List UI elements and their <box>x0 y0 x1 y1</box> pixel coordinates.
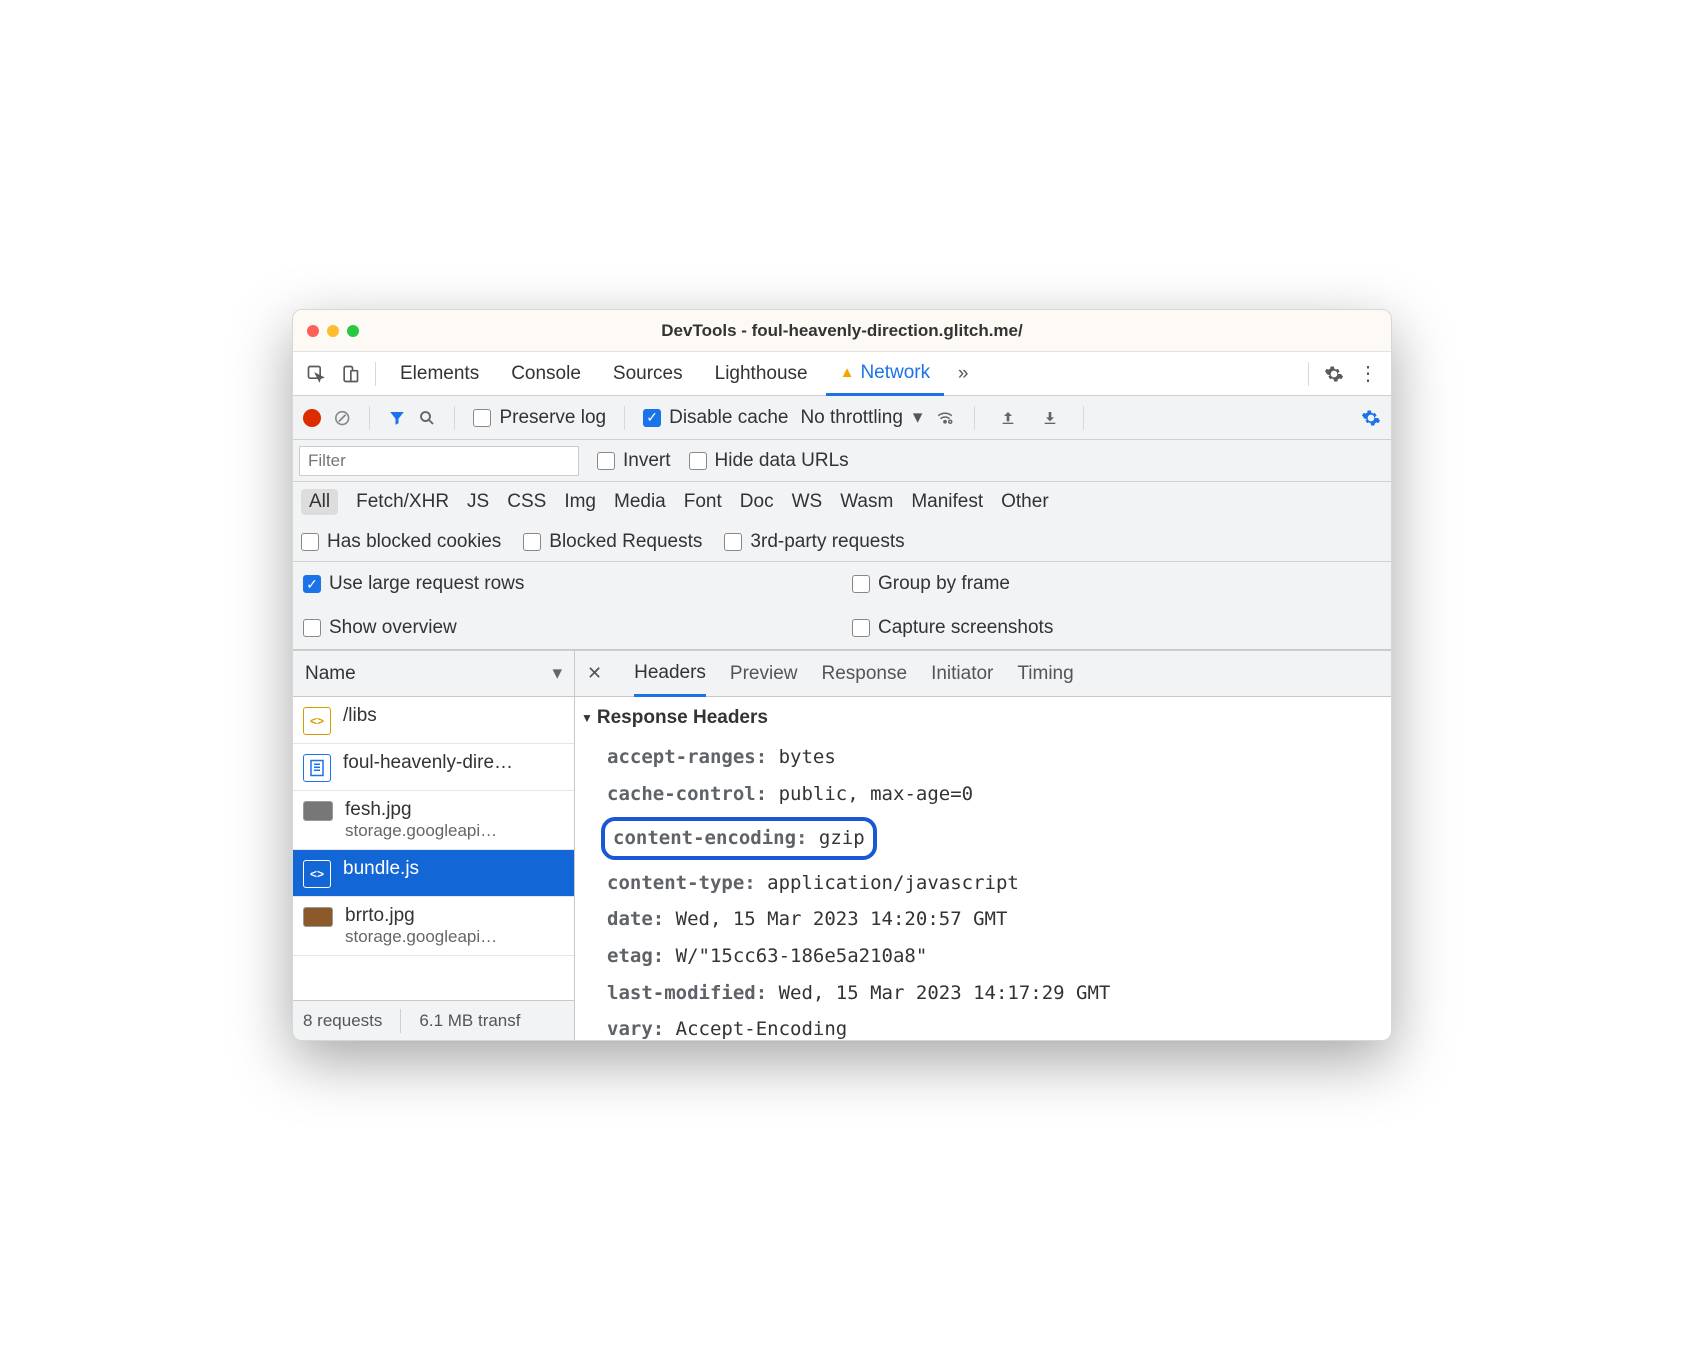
chevron-down-icon: ▾ <box>552 662 562 685</box>
main-tabs: Elements Console Sources Lighthouse ▲ Ne… <box>293 352 1391 396</box>
content-split: Name ▾ <> /libs foul-heavenly-dire… <box>293 650 1391 1040</box>
request-list-panel: Name ▾ <> /libs foul-heavenly-dire… <box>293 651 575 1040</box>
dtab-response[interactable]: Response <box>822 651 908 697</box>
blocked-filters: Has blocked cookies Blocked Requests 3rd… <box>293 522 1391 562</box>
dtab-headers[interactable]: Headers <box>634 651 706 697</box>
blocked-cookies-checkbox[interactable]: Has blocked cookies <box>301 531 501 553</box>
close-window-button[interactable] <box>307 325 319 337</box>
type-img[interactable]: Img <box>564 491 596 513</box>
header-row: accept-ranges: bytes <box>607 739 1379 776</box>
type-js[interactable]: JS <box>467 491 489 513</box>
tab-sources[interactable]: Sources <box>599 352 697 396</box>
record-button[interactable] <box>303 409 321 427</box>
header-row: date: Wed, 15 Mar 2023 14:20:57 GMT <box>607 901 1379 938</box>
options-row-1: ✓Use large request rows Group by frame <box>293 562 1391 606</box>
image-file-icon <box>303 907 333 927</box>
maximize-window-button[interactable] <box>347 325 359 337</box>
image-file-icon <box>303 801 333 821</box>
dtab-preview[interactable]: Preview <box>730 651 798 697</box>
type-all[interactable]: All <box>301 489 338 515</box>
tab-elements[interactable]: Elements <box>386 352 493 396</box>
upload-icon[interactable] <box>993 403 1023 433</box>
header-row: last-modified: Wed, 15 Mar 2023 14:17:29… <box>607 975 1379 1012</box>
type-ws[interactable]: WS <box>792 491 823 513</box>
window-controls <box>307 325 359 337</box>
throttling-dropdown[interactable]: No throttling ▾ <box>800 406 922 429</box>
status-bar: 8 requests 6.1 MB transf <box>293 1000 574 1040</box>
table-row[interactable]: brrto.jpg storage.googleapi… <box>293 897 574 956</box>
devtools-window: DevTools - foul-heavenly-direction.glitc… <box>292 309 1392 1041</box>
filter-bar: Invert Hide data URLs <box>293 440 1391 482</box>
type-fetch[interactable]: Fetch/XHR <box>356 491 449 513</box>
detail-tabs: ✕ Headers Preview Response Initiator Tim… <box>575 651 1391 697</box>
header-row: etag: W/"15cc63-186e5a210a8" <box>607 938 1379 975</box>
tab-console[interactable]: Console <box>497 352 595 396</box>
close-detail-icon[interactable]: ✕ <box>587 663 602 684</box>
header-row-highlighted: content-encoding: gzip <box>601 812 1379 865</box>
preserve-log-checkbox[interactable]: Preserve log <box>473 407 606 429</box>
third-party-checkbox[interactable]: 3rd-party requests <box>724 531 904 553</box>
resource-type-filters: All Fetch/XHR JS CSS Img Media Font Doc … <box>293 482 1391 522</box>
more-tabs-icon[interactable]: » <box>948 359 978 389</box>
wifi-icon[interactable] <box>934 409 956 427</box>
request-rows: <> /libs foul-heavenly-dire… fesh.jpg st… <box>293 697 574 1000</box>
network-toolbar: ⊘ Preserve log ✓Disable cache No throttl… <box>293 396 1391 440</box>
kebab-menu-icon[interactable]: ⋮ <box>1353 359 1383 389</box>
table-row[interactable]: foul-heavenly-dire… <box>293 744 574 791</box>
request-count: 8 requests <box>303 1011 382 1031</box>
table-row[interactable]: fesh.jpg storage.googleapi… <box>293 791 574 850</box>
tab-lighthouse[interactable]: Lighthouse <box>701 352 822 396</box>
settings-gear-icon[interactable] <box>1319 359 1349 389</box>
options-row-2: Show overview Capture screenshots <box>293 606 1391 650</box>
blocked-requests-checkbox[interactable]: Blocked Requests <box>523 531 702 553</box>
warning-icon: ▲ <box>840 364 855 381</box>
detail-panel: ✕ Headers Preview Response Initiator Tim… <box>575 651 1391 1040</box>
group-frame-checkbox[interactable]: Group by frame <box>852 573 1010 595</box>
show-overview-checkbox[interactable]: Show overview <box>303 617 457 639</box>
filter-toggle-icon[interactable] <box>388 409 406 427</box>
clear-icon[interactable]: ⊘ <box>333 405 351 431</box>
window-title: DevTools - foul-heavenly-direction.glitc… <box>293 321 1391 341</box>
type-wasm[interactable]: Wasm <box>840 491 893 513</box>
js-file-icon: <> <box>303 707 331 735</box>
capture-screenshots-checkbox[interactable]: Capture screenshots <box>852 617 1053 639</box>
large-rows-checkbox[interactable]: ✓Use large request rows <box>303 573 524 595</box>
header-row: content-type: application/javascript <box>607 865 1379 902</box>
minimize-window-button[interactable] <box>327 325 339 337</box>
disclosure-triangle-icon: ▼ <box>581 711 593 725</box>
download-icon[interactable] <box>1035 403 1065 433</box>
type-doc[interactable]: Doc <box>740 491 774 513</box>
type-other[interactable]: Other <box>1001 491 1049 513</box>
dtab-initiator[interactable]: Initiator <box>931 651 993 697</box>
table-row[interactable]: <> /libs <box>293 697 574 744</box>
doc-file-icon <box>303 754 331 782</box>
dtab-timing[interactable]: Timing <box>1017 651 1073 697</box>
network-settings-icon[interactable] <box>1361 408 1381 428</box>
search-icon[interactable] <box>418 409 436 427</box>
filter-input[interactable] <box>299 446 579 476</box>
titlebar: DevTools - foul-heavenly-direction.glitc… <box>293 310 1391 352</box>
chevron-down-icon: ▾ <box>913 406 923 429</box>
device-toggle-icon[interactable] <box>335 359 365 389</box>
tab-network[interactable]: ▲ Network <box>826 352 945 396</box>
name-column-header[interactable]: Name ▾ <box>293 651 574 697</box>
type-css[interactable]: CSS <box>507 491 546 513</box>
response-headers-section[interactable]: ▼ Response Headers <box>581 707 1379 729</box>
hide-data-urls-checkbox[interactable]: Hide data URLs <box>689 450 849 472</box>
type-media[interactable]: Media <box>614 491 666 513</box>
type-manifest[interactable]: Manifest <box>911 491 983 513</box>
type-font[interactable]: Font <box>684 491 722 513</box>
invert-checkbox[interactable]: Invert <box>597 450 671 472</box>
transfer-size: 6.1 MB transf <box>419 1011 520 1031</box>
header-row: cache-control: public, max-age=0 <box>607 776 1379 813</box>
table-row-selected[interactable]: <> bundle.js <box>293 850 574 897</box>
headers-body: ▼ Response Headers accept-ranges: bytes … <box>575 697 1391 1040</box>
disable-cache-checkbox[interactable]: ✓Disable cache <box>643 407 788 429</box>
js-file-icon: <> <box>303 860 331 888</box>
inspect-icon[interactable] <box>301 359 331 389</box>
header-row: vary: Accept-Encoding <box>607 1011 1379 1040</box>
